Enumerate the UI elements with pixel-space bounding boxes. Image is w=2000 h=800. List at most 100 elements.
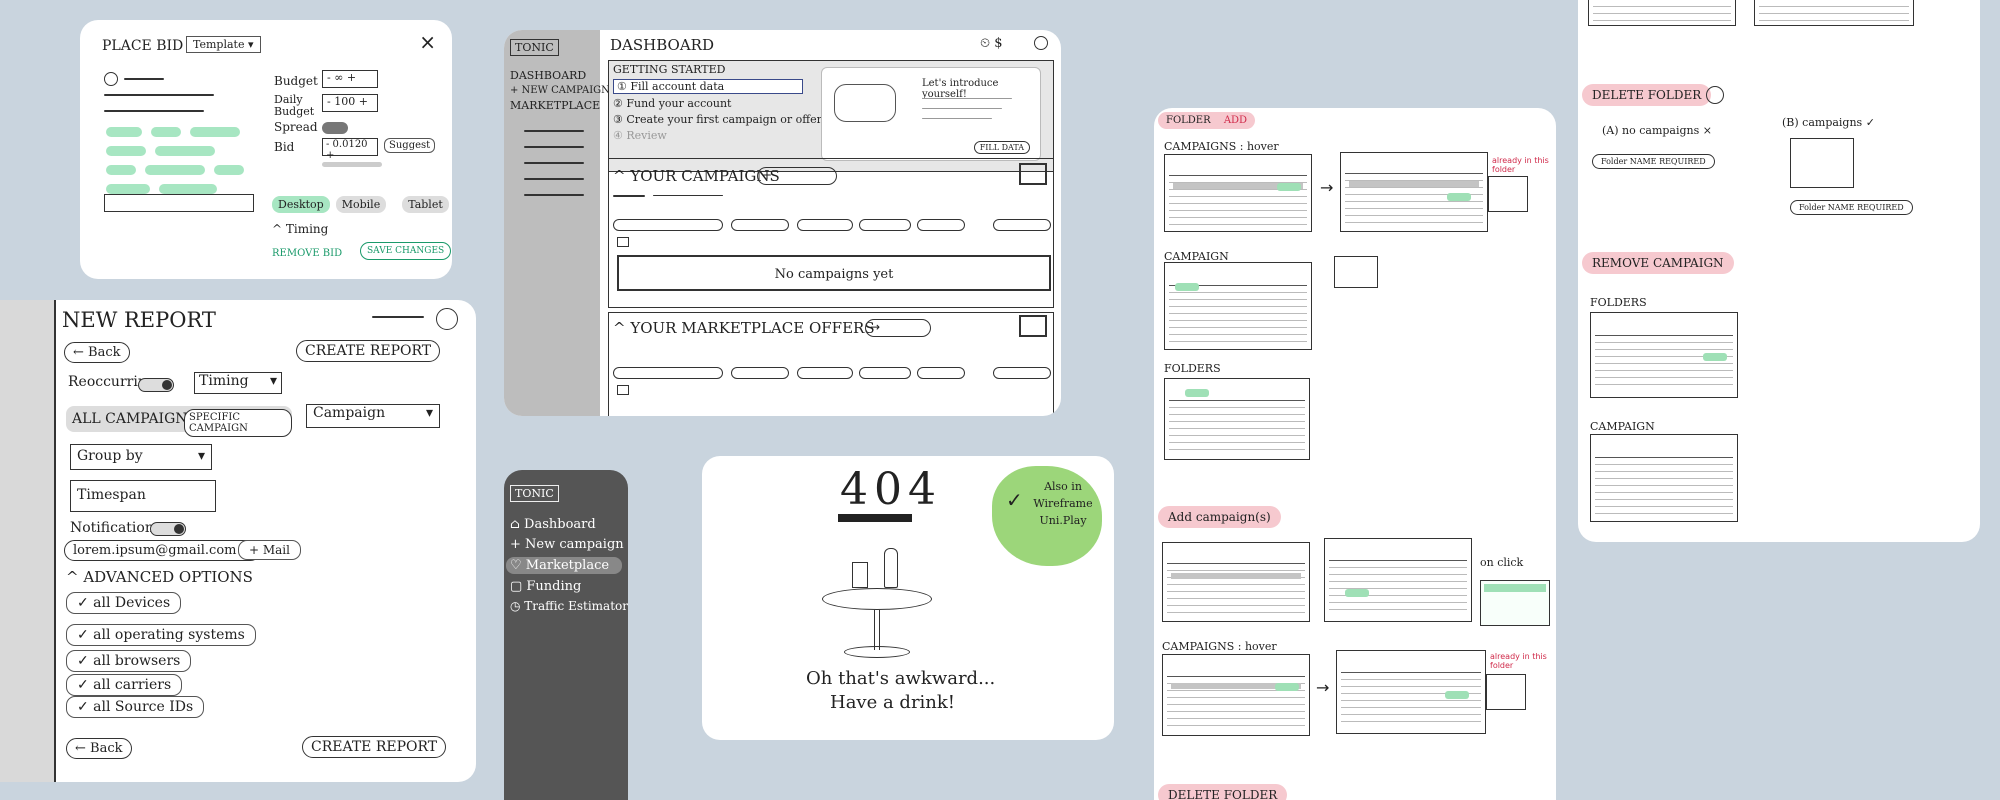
- specific-campaign-option[interactable]: SPECIFIC CAMPAIGN: [184, 409, 292, 437]
- filter-field[interactable]: [993, 367, 1051, 379]
- close-icon[interactable]: ×: [419, 30, 436, 54]
- tag-chips: [104, 124, 254, 200]
- select-all-checkbox[interactable]: [617, 237, 629, 247]
- template-select[interactable]: Template ▾: [186, 36, 261, 53]
- option-all-devices[interactable]: ✓ all Devices: [66, 592, 182, 614]
- save-changes-button[interactable]: SAVE CHANGES: [360, 242, 452, 260]
- advanced-options-toggle[interactable]: ^ ADVANCED OPTIONS: [66, 568, 253, 586]
- tab-desktop[interactable]: Desktop: [272, 196, 330, 213]
- marketplace-panel: ^ YOUR MARKETPLACE OFFERS →: [608, 312, 1054, 416]
- back-button-bottom[interactable]: ← Back: [66, 738, 132, 759]
- wireframe-thumbnail: [1162, 654, 1310, 736]
- step-create-campaign[interactable]: ③ Create your first campaign or offer: [613, 113, 822, 126]
- bid-slider[interactable]: [322, 162, 382, 167]
- step-review[interactable]: ④ Review: [613, 129, 667, 142]
- sidebar-item-dashboard[interactable]: ⌂ Dashboard: [510, 517, 622, 532]
- filter-field[interactable]: [917, 219, 965, 231]
- placeholder-line: [124, 78, 164, 80]
- profile-icon[interactable]: [1034, 36, 1048, 50]
- budget-stepper[interactable]: - ∞ +: [322, 70, 378, 88]
- nav-new-campaign[interactable]: + NEW CAMPAIGN: [510, 85, 610, 96]
- new-report-card: NEW REPORT ← Back CREATE REPORT Reoccurr…: [0, 300, 476, 782]
- group-by-select[interactable]: Group by ▾: [70, 444, 212, 470]
- wireframe-thumbnail: [1336, 650, 1486, 734]
- step-fund-account[interactable]: ② Fund your account: [613, 97, 731, 110]
- add-campaign-button[interactable]: +: [757, 167, 837, 185]
- timing-select[interactable]: Timing ▾: [194, 372, 282, 394]
- arrow-icon: →: [1320, 178, 1334, 197]
- campaign-select[interactable]: Campaign ▾: [306, 404, 440, 428]
- nav-placeholder: [524, 162, 584, 164]
- wireframe-thumbnail: [1340, 152, 1488, 232]
- filter-field[interactable]: [859, 367, 911, 379]
- place-bid-card: PLACE BID Template ▾ × Budget - ∞ + Dail…: [80, 20, 452, 279]
- sidebar-item-traffic-estimator[interactable]: ◷ Traffic Estimator: [510, 599, 628, 613]
- bid-stepper[interactable]: - 0.0120 +: [322, 138, 378, 161]
- sidebar-item-funding[interactable]: ▢ Funding: [510, 579, 622, 594]
- sidebar-brand-logo: TONIC: [510, 485, 559, 502]
- search-input[interactable]: [613, 219, 723, 231]
- wireframe-thumbnail: [1164, 378, 1310, 460]
- wireframe-thumbnail: [1164, 154, 1312, 232]
- export-icon[interactable]: [1019, 163, 1047, 185]
- sidebar-item-marketplace[interactable]: ♡ Marketplace: [506, 557, 622, 574]
- table-base: [844, 646, 910, 658]
- option-all-carriers[interactable]: ✓ all carriers: [66, 674, 183, 696]
- filter-field[interactable]: [993, 219, 1051, 231]
- option-all-browsers[interactable]: ✓ all browsers: [66, 650, 192, 672]
- header-icons[interactable]: ⏲ $: [980, 36, 1003, 51]
- folder-flows-card: FOLDER ADD CAMPAIGNS : hover → already i…: [1154, 108, 1556, 800]
- email-chip[interactable]: lorem.ipsum@gmail.com ×: [64, 540, 261, 561]
- sidebar-item-new-campaign[interactable]: + New campaign: [510, 537, 624, 552]
- wireframe-thumbnail: [1588, 0, 1736, 26]
- folders-label: FOLDERS: [1164, 362, 1221, 375]
- marketplace-add-button[interactable]: →: [865, 319, 931, 337]
- on-click-label: on click: [1480, 556, 1524, 569]
- add-mail-button[interactable]: + Mail: [238, 540, 301, 560]
- fill-data-button[interactable]: FILL DATA: [973, 141, 1030, 154]
- timespan-field[interactable]: Timespan: [70, 480, 216, 512]
- confirm-dialog-sketch: [1790, 138, 1854, 188]
- create-report-button-bottom[interactable]: CREATE REPORT: [302, 736, 447, 758]
- avatar[interactable]: [436, 308, 458, 330]
- folder-dropdown-sketch: [1486, 674, 1526, 710]
- select-all-checkbox[interactable]: [617, 385, 629, 395]
- nav-marketplace[interactable]: MARKETPLACE: [510, 99, 600, 112]
- remove-icon[interactable]: [104, 72, 118, 86]
- create-report-button[interactable]: CREATE REPORT: [296, 340, 441, 362]
- filter-field[interactable]: [731, 367, 789, 379]
- tab-tablet[interactable]: Tablet: [402, 196, 449, 213]
- filter-field[interactable]: [859, 219, 911, 231]
- search-input[interactable]: [613, 367, 723, 379]
- option-all-source-ids[interactable]: ✓ all Source IDs: [66, 696, 205, 718]
- campaigns-case: (B) campaigns ✓: [1782, 116, 1875, 129]
- spread-toggle[interactable]: [322, 122, 348, 134]
- remove-bid-button[interactable]: REMOVE BID: [272, 248, 342, 259]
- remove-campaign-tag: REMOVE CAMPAIGN: [1582, 252, 1734, 274]
- filter-field[interactable]: [797, 367, 853, 379]
- shelf-bar: [838, 514, 912, 522]
- wireframe-thumbnail: [1324, 538, 1472, 622]
- url-input[interactable]: [104, 194, 254, 212]
- back-button[interactable]: ← Back: [64, 342, 130, 363]
- daily-budget-stepper[interactable]: - 100 +: [322, 94, 378, 112]
- filter-field[interactable]: [731, 219, 789, 231]
- filter-field[interactable]: [917, 367, 965, 379]
- campaign-label: CAMPAIGN: [1590, 420, 1655, 433]
- option-all-os[interactable]: ✓ all operating systems: [66, 624, 256, 646]
- step-fill-account[interactable]: ① Fill account data: [613, 79, 803, 94]
- marketplace-offers-title[interactable]: ^ YOUR MARKETPLACE OFFERS: [613, 319, 875, 337]
- budget-label: Budget: [274, 74, 318, 88]
- timing-toggle[interactable]: ^ Timing: [272, 222, 328, 236]
- notification-label: Notification: [70, 520, 154, 536]
- reoccurring-toggle[interactable]: [138, 378, 174, 392]
- suggest-button[interactable]: Suggest: [384, 138, 436, 153]
- your-campaigns-title[interactable]: ^ YOUR CAMPAIGNS: [613, 167, 780, 185]
- marketplace-export-icon[interactable]: [1019, 315, 1047, 337]
- wireframe-thumbnail: [1590, 434, 1738, 522]
- filter-field[interactable]: [797, 219, 853, 231]
- tab-mobile[interactable]: Mobile: [335, 196, 387, 213]
- nav-dashboard[interactable]: DASHBOARD: [510, 69, 594, 82]
- all-campaigns-option[interactable]: ALL CAMPAIGNS: [72, 411, 197, 427]
- notification-toggle[interactable]: [150, 522, 186, 536]
